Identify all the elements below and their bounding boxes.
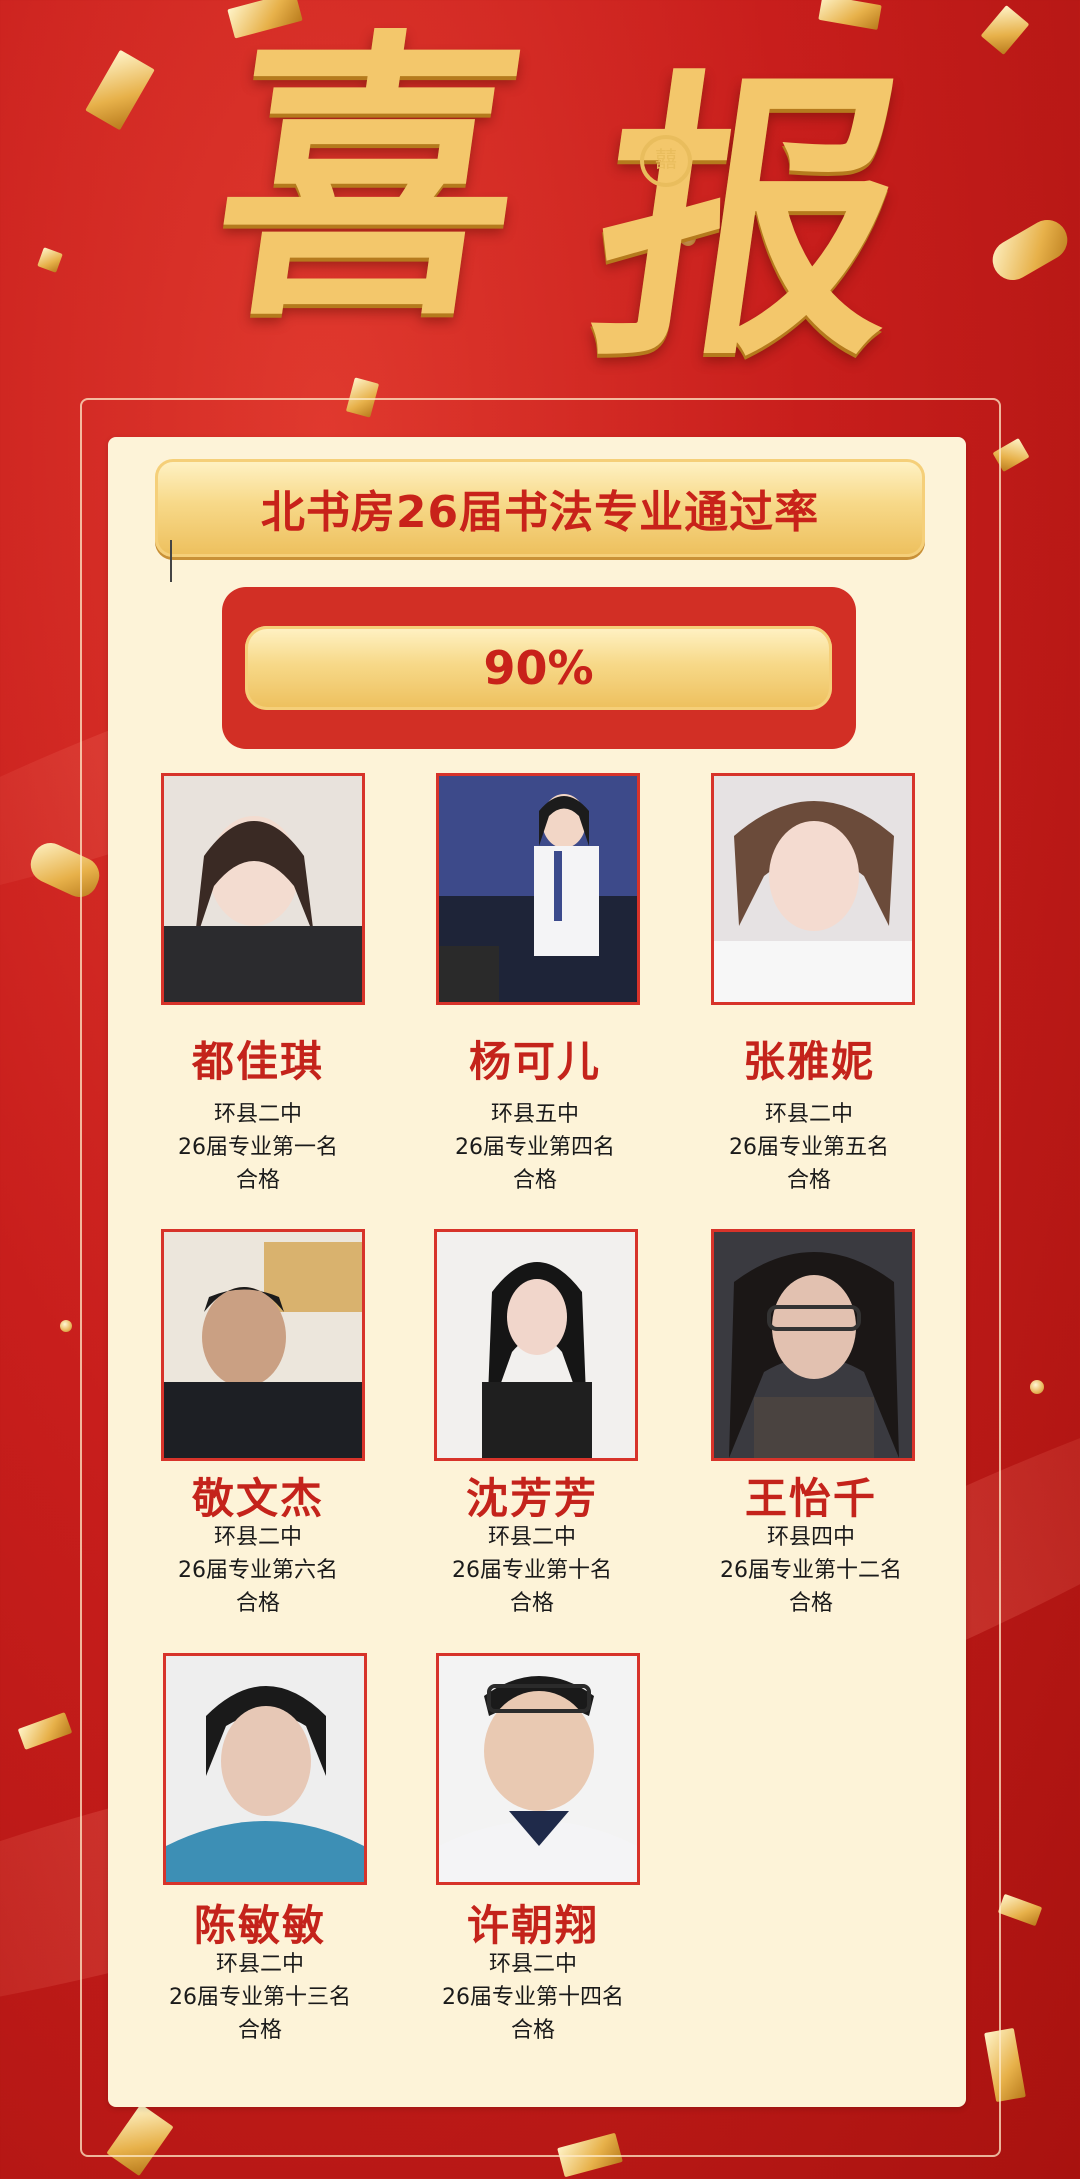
pass-rate-pill: 90% xyxy=(245,626,832,710)
student-result: 合格 xyxy=(235,1591,280,1616)
student-result: 合格 xyxy=(235,1168,280,1193)
student-info: 环县二中 26届专业第十名 合格 xyxy=(402,1521,662,1620)
student-result: 合格 xyxy=(237,2018,282,2043)
gold-flake xyxy=(1030,1380,1044,1394)
gold-flake xyxy=(60,1320,72,1332)
student-rank: 26届专业第十三名 xyxy=(169,1985,351,2010)
title-char-xi: 喜 xyxy=(195,3,545,356)
student-school: 环县二中 xyxy=(488,1952,577,1977)
student-info: 环县二中 26届专业第十三名 合格 xyxy=(130,1948,390,2047)
student-result: 合格 xyxy=(512,1168,557,1193)
confetti xyxy=(17,1712,73,1750)
student-name: 杨可儿 xyxy=(468,1037,601,1086)
student-school: 环县二中 xyxy=(213,1525,302,1550)
heading-text: 北书房26届书法专业通过率 xyxy=(260,487,820,538)
confetti xyxy=(997,1893,1043,1927)
student-rank: 26届专业第一名 xyxy=(178,1135,338,1160)
student-name: 敬文杰 xyxy=(191,1474,324,1523)
text-cursor xyxy=(170,540,172,582)
student-info: 环县二中 26届专业第六名 合格 xyxy=(128,1521,388,1620)
student-school: 环县二中 xyxy=(487,1525,576,1550)
title-char-bao: 报 xyxy=(575,43,925,396)
pass-rate-value: 90% xyxy=(483,641,594,695)
student-rank: 26届专业第十名 xyxy=(452,1558,612,1583)
student-photo xyxy=(436,773,640,1005)
student-school: 环县四中 xyxy=(766,1525,855,1550)
student-school: 环县二中 xyxy=(213,1102,302,1127)
student-school: 环县二中 xyxy=(215,1952,304,1977)
poster-title: 喜 报 xyxy=(0,3,1080,396)
student-photo xyxy=(161,773,365,1005)
student-rank: 26届专业第四名 xyxy=(455,1135,615,1160)
student-info: 环县五中 26届专业第四名 合格 xyxy=(405,1098,665,1197)
student-photo xyxy=(711,773,915,1005)
student-photo xyxy=(711,1229,915,1461)
student-photo xyxy=(436,1653,640,1885)
student-info: 环县四中 26届专业第十二名 合格 xyxy=(681,1521,941,1620)
student-name: 许朝翔 xyxy=(466,1901,599,1950)
student-photo xyxy=(163,1653,367,1885)
student-result: 合格 xyxy=(509,1591,554,1616)
student-name: 王怡千 xyxy=(744,1474,877,1523)
student-result: 合格 xyxy=(786,1168,831,1193)
student-info: 环县二中 26届专业第一名 合格 xyxy=(128,1098,388,1197)
student-result: 合格 xyxy=(510,2018,555,2043)
student-name: 沈芳芳 xyxy=(465,1474,598,1523)
seal-icon: 囍 xyxy=(640,135,692,187)
student-result: 合格 xyxy=(788,1591,833,1616)
student-rank: 26届专业第十二名 xyxy=(720,1558,902,1583)
student-school: 环县二中 xyxy=(764,1102,853,1127)
student-name: 张雅妮 xyxy=(742,1037,875,1086)
student-info: 环县二中 26届专业第十四名 合格 xyxy=(403,1948,663,2047)
student-photo xyxy=(161,1229,365,1461)
student-rank: 26届专业第五名 xyxy=(729,1135,889,1160)
student-name: 都佳琪 xyxy=(191,1037,324,1086)
student-name: 陈敏敏 xyxy=(193,1901,326,1950)
heading-banner: 北书房26届书法专业通过率 xyxy=(155,459,925,557)
student-rank: 26届专业第六名 xyxy=(178,1558,338,1583)
student-rank: 26届专业第十四名 xyxy=(442,1985,624,2010)
student-photo xyxy=(434,1229,638,1461)
student-school: 环县五中 xyxy=(490,1102,579,1127)
student-info: 环县二中 26届专业第五名 合格 xyxy=(679,1098,939,1197)
